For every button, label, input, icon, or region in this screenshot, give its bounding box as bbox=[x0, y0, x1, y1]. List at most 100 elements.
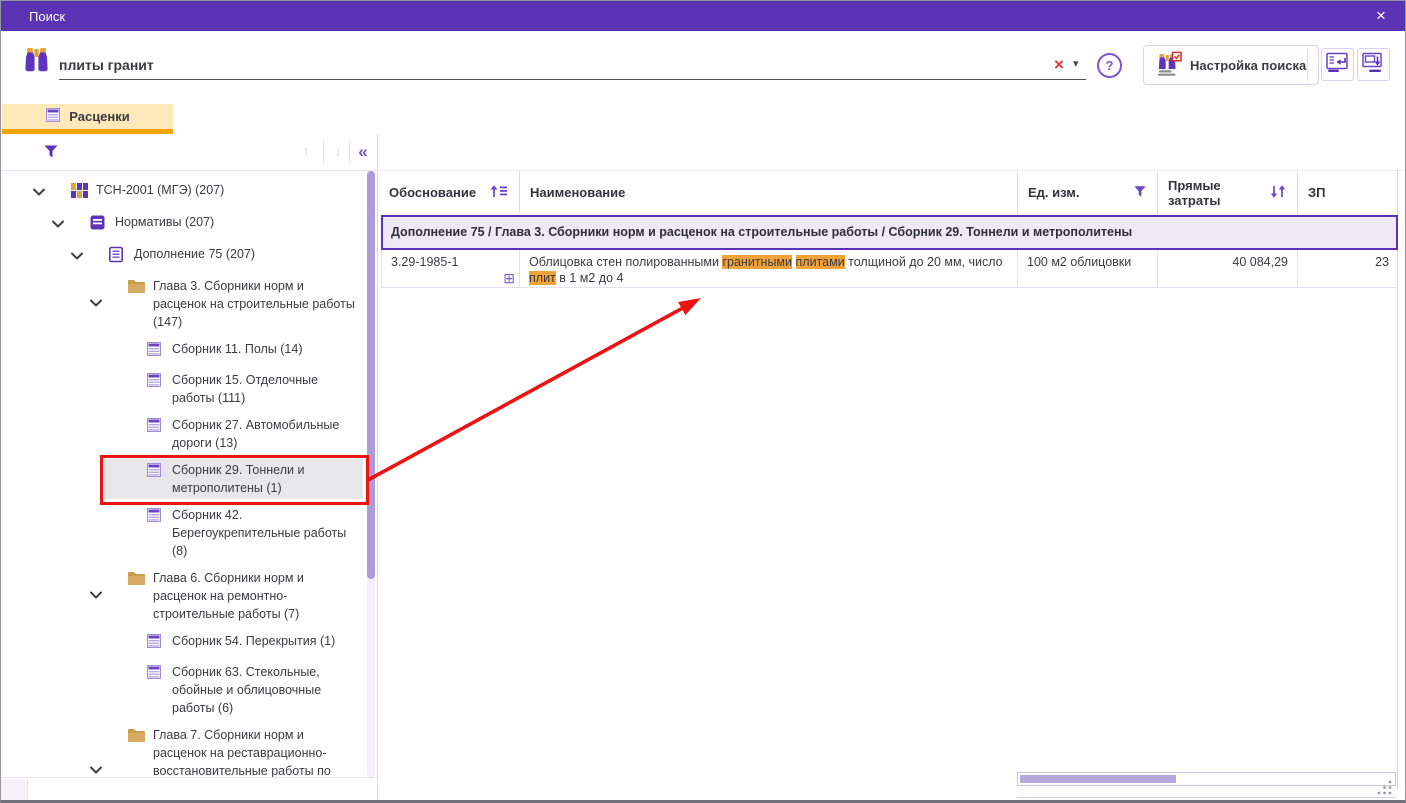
sort-both-icon[interactable] bbox=[1269, 184, 1287, 202]
doc-icon bbox=[108, 245, 128, 268]
tree-item-label: Нормативы (207) bbox=[109, 213, 363, 231]
tree-item[interactable]: Нормативы (207) bbox=[47, 211, 363, 238]
tab-rates[interactable]: Расценки bbox=[2, 104, 173, 129]
scrollbar-thumb[interactable] bbox=[1020, 775, 1176, 783]
column-label: ЗП bbox=[1308, 185, 1326, 200]
table-row[interactable]: 3.29-1985-1 ⊞ Облицовка стен полированны… bbox=[381, 250, 1398, 288]
tree-item[interactable]: Дополнение 75 (207) bbox=[66, 243, 363, 270]
results-panel: Обоснование Наименование Ед. изм. Прямые… bbox=[379, 134, 1404, 800]
binoculars-settings-icon bbox=[1156, 51, 1182, 80]
column-header-naimenovanie[interactable]: Наименование bbox=[520, 171, 1018, 214]
tree: ТСН-2001 (МГЭ) (207) Нормативы (207) Допол… bbox=[1, 171, 363, 778]
tree-item-label: Дополнение 75 (207) bbox=[128, 245, 363, 263]
column-label: Ед. изм. bbox=[1028, 185, 1080, 200]
tree-item-label: Сборник 11. Полы (14) bbox=[166, 340, 363, 358]
cell-direct-costs[interactable]: 40 084,29 bbox=[1158, 250, 1298, 288]
table-icon bbox=[146, 506, 166, 528]
folder-icon bbox=[127, 726, 147, 748]
folder-icon bbox=[127, 569, 147, 591]
cell-code[interactable]: 3.29-1985-1 ⊞ bbox=[381, 250, 520, 288]
sort-ascending-icon[interactable] bbox=[489, 184, 509, 201]
tree-item[interactable]: Сборник 11. Полы (14) bbox=[104, 338, 363, 364]
tree-item-label: Глава 6. Сборники норм и расценок на рем… bbox=[147, 569, 363, 623]
search-highlight: гранитными bbox=[722, 255, 792, 269]
tree-panel: ↑ ↓ « ТСН-2001 (МГЭ) (207) Нормативы (207… bbox=[1, 134, 378, 800]
tree-item[interactable]: Сборник 15. Отделочные работы (111) bbox=[104, 369, 363, 409]
filter-funnel-icon[interactable] bbox=[43, 144, 59, 164]
collapse-panel-icon[interactable]: « bbox=[351, 139, 375, 165]
tree-item[interactable]: Глава 3. Сборники норм и расценок на стр… bbox=[85, 275, 363, 333]
tab-rates-label: Расценки bbox=[69, 109, 130, 124]
toolbar-separator bbox=[323, 140, 324, 164]
binoculars-icon bbox=[23, 46, 50, 79]
expand-row-icon[interactable]: ⊞ bbox=[503, 271, 515, 285]
tree-item[interactable]: ТСН-2001 (МГЭ) (207) bbox=[28, 179, 363, 206]
row-name-parts: Облицовка стен полированными гранитными … bbox=[529, 255, 1003, 285]
dock-panel-button[interactable] bbox=[1321, 48, 1354, 81]
search-input[interactable]: плиты гранит bbox=[59, 51, 1086, 80]
tree-item[interactable]: Сборник 54. Перекрытия (1) bbox=[104, 630, 363, 656]
move-down-icon[interactable]: ↓ bbox=[325, 138, 351, 166]
help-icon[interactable]: ? bbox=[1097, 53, 1122, 78]
column-label: Наименование bbox=[530, 185, 625, 200]
table-icon bbox=[146, 632, 166, 654]
tree-bottom-strip bbox=[1, 777, 377, 800]
filter-funnel-icon[interactable] bbox=[1133, 185, 1147, 201]
search-highlight: плит bbox=[529, 271, 556, 285]
tree-item-label: Глава 7. Сборники норм и расценок на рес… bbox=[147, 726, 363, 778]
tree-item[interactable]: Глава 6. Сборники норм и расценок на рем… bbox=[85, 567, 363, 625]
search-window: Поиск × плиты гранит × ▾ ? Настройка пои… bbox=[0, 0, 1406, 803]
horizontal-scrollbar[interactable] bbox=[1017, 772, 1396, 786]
column-header-obosnovanie[interactable]: Обоснование bbox=[379, 171, 520, 214]
table-icon bbox=[146, 416, 166, 438]
chevron-down-icon[interactable] bbox=[28, 184, 50, 202]
tree-item[interactable]: Сборник 29. Тоннели и метрополитены (1) bbox=[104, 459, 363, 499]
chevron-down-icon[interactable] bbox=[85, 295, 107, 313]
tree-item[interactable]: Сборник 42. Берегоукрепительные работы (… bbox=[104, 504, 363, 562]
tree-item-label: Сборник 15. Отделочные работы (111) bbox=[166, 371, 363, 407]
group-header-text: Дополнение 75 / Глава 3. Сборники норм и… bbox=[391, 225, 1132, 241]
cell-unit[interactable]: 100 м2 облицовки bbox=[1018, 250, 1158, 288]
chevron-down-icon[interactable] bbox=[85, 587, 107, 605]
chevron-down-icon[interactable] bbox=[66, 248, 88, 266]
tree-item[interactable]: Глава 7. Сборники норм и расценок на рес… bbox=[85, 724, 363, 778]
chevron-down-icon[interactable] bbox=[47, 216, 69, 234]
tree-item-label: Сборник 63. Стекольные, обойные и облицо… bbox=[166, 663, 363, 717]
table-icon bbox=[146, 340, 166, 362]
column-label: Обоснование bbox=[389, 185, 476, 200]
column-header-zp[interactable]: ЗП bbox=[1298, 171, 1404, 214]
chevron-down-icon[interactable] bbox=[85, 762, 107, 778]
window-title: Поиск bbox=[29, 9, 65, 24]
tree-item-label: Сборник 54. Перекрытия (1) bbox=[166, 632, 363, 650]
new-window-button[interactable] bbox=[1357, 48, 1390, 81]
tree-item-label: Сборник 29. Тоннели и метрополитены (1) bbox=[166, 461, 363, 497]
tree-item-label: Глава 3. Сборники норм и расценок на стр… bbox=[147, 277, 363, 331]
table-header: Обоснование Наименование Ед. изм. Прямые… bbox=[379, 170, 1404, 214]
cell-name[interactable]: Облицовка стен полированными гранитными … bbox=[520, 250, 1018, 288]
clear-search-icon[interactable]: × bbox=[1047, 52, 1071, 78]
table-icon bbox=[146, 663, 166, 685]
table-icon bbox=[146, 371, 166, 393]
move-up-icon[interactable]: ↑ bbox=[293, 138, 319, 166]
column-header-ed-izm[interactable]: Ед. изм. bbox=[1018, 171, 1158, 214]
column-label: Прямые затраты bbox=[1168, 178, 1269, 208]
scrollbar-thumb[interactable] bbox=[367, 171, 375, 579]
tree-item[interactable]: Сборник 63. Стекольные, обойные и облицо… bbox=[104, 661, 363, 719]
tree-toolbar: ↑ ↓ « bbox=[1, 134, 377, 171]
resize-grip-icon[interactable] bbox=[1376, 779, 1394, 802]
search-settings-label: Настройка поиска bbox=[1190, 58, 1306, 73]
cell-zp[interactable]: 23 bbox=[1298, 250, 1398, 288]
row-code: 3.29-1985-1 bbox=[391, 255, 458, 269]
close-icon[interactable]: × bbox=[1363, 1, 1399, 31]
footer-border bbox=[1017, 797, 1396, 798]
group-header-row[interactable]: Дополнение 75 / Глава 3. Сборники норм и… bbox=[381, 215, 1398, 250]
tree-item[interactable]: Сборник 27. Автомобильные дороги (13) bbox=[104, 414, 363, 454]
book-icon bbox=[89, 213, 109, 236]
tree-vertical-scrollbar[interactable] bbox=[367, 171, 375, 778]
search-history-dropdown-icon[interactable]: ▾ bbox=[1073, 57, 1079, 70]
tree-item-label: ТСН-2001 (МГЭ) (207) bbox=[90, 181, 363, 199]
table-icon bbox=[146, 461, 166, 483]
column-header-pryamye-zatraty[interactable]: Прямые затраты bbox=[1158, 171, 1298, 214]
search-settings-button[interactable]: Настройка поиска bbox=[1143, 45, 1319, 85]
toolbar-separator bbox=[349, 140, 350, 164]
